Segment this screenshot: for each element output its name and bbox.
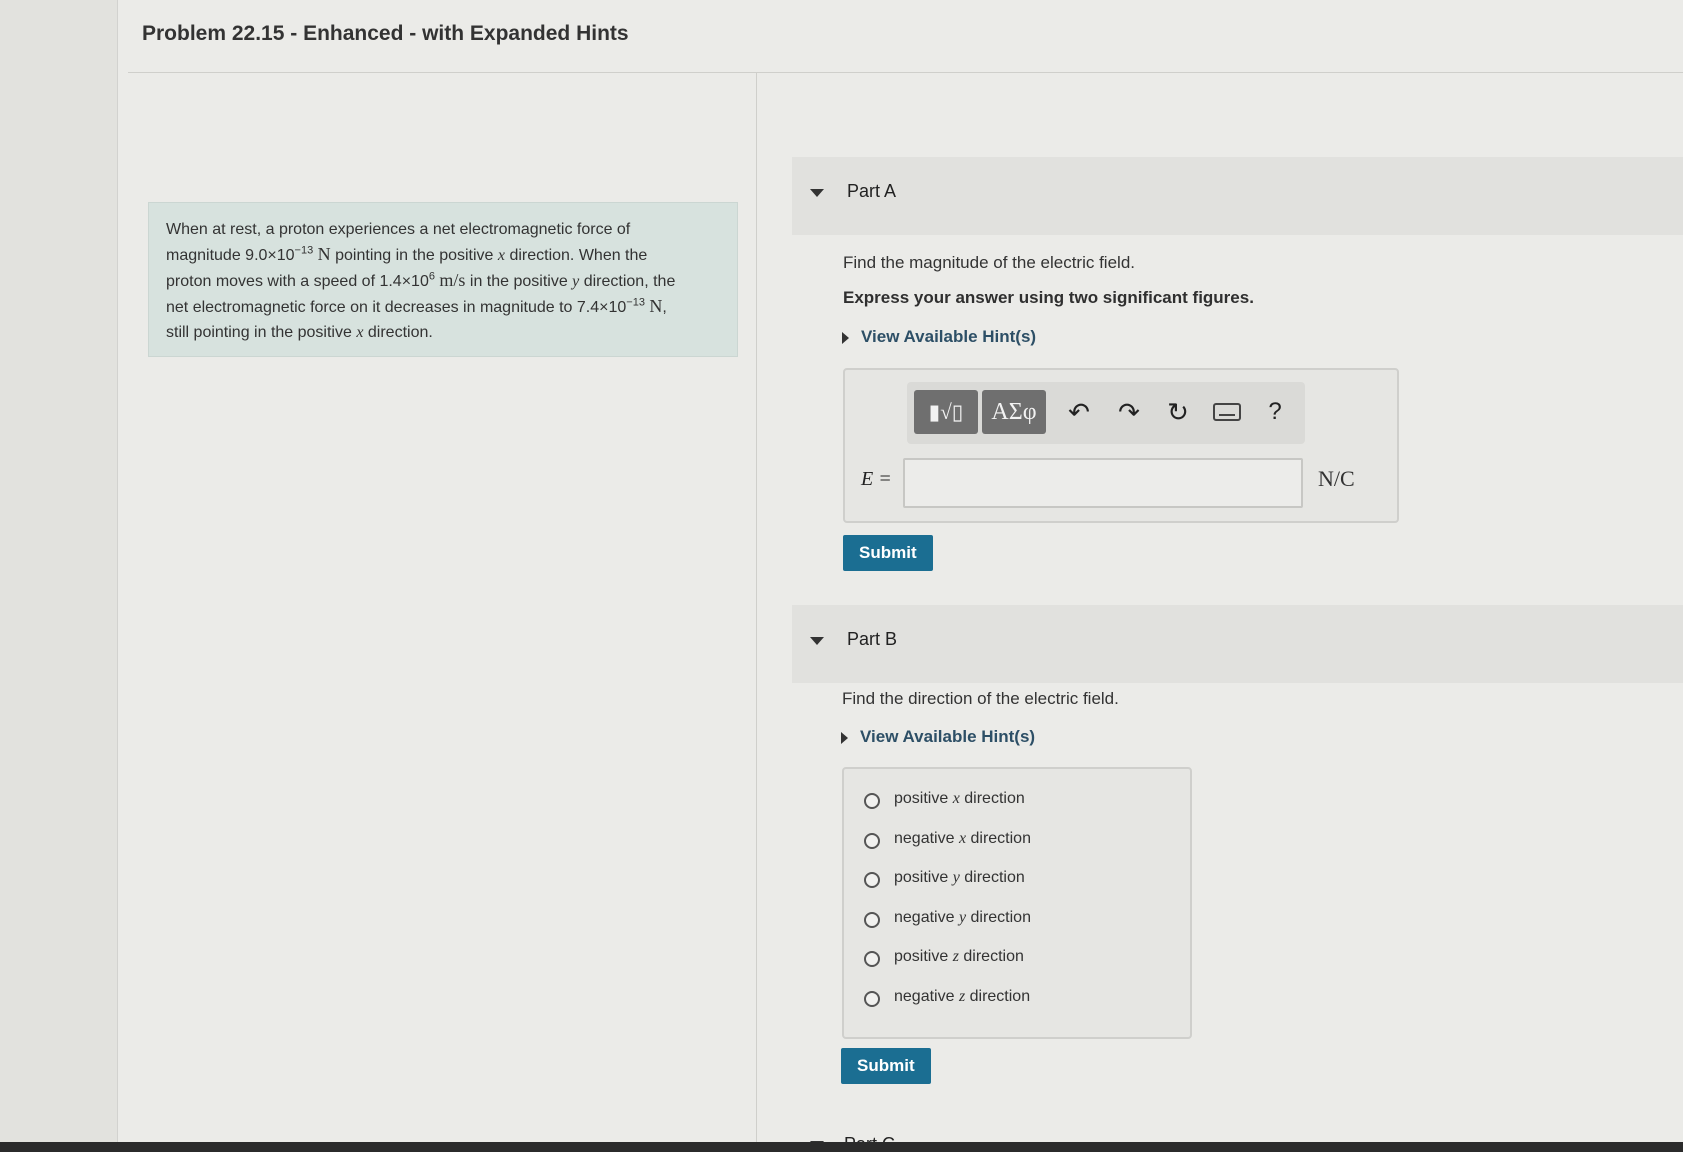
math-toolbar: ▮√▯ ΑΣφ ↶ ↷ ↻ ? [907,382,1305,444]
templates-button[interactable]: ▮√▯ [914,390,978,434]
keyboard-icon[interactable] [1211,396,1243,428]
option-label: positive z direction [894,948,1024,965]
answer-input[interactable] [903,458,1303,508]
part-b-submit-button[interactable]: Submit [841,1048,931,1084]
option-label: negative x direction [894,830,1031,847]
part-a-hint-label: View Available Hint(s) [861,327,1037,346]
part-a-answer-box: ▮√▯ ΑΣφ ↶ ↷ ↻ ? E = N/C [843,368,1399,523]
part-a-hint-link[interactable]: View Available Hint(s) [842,327,1036,347]
column-divider [756,73,757,1152]
symbols-button[interactable]: ΑΣφ [982,390,1046,434]
page: Problem 22.15 - Enhanced - with Expanded… [0,0,1683,1152]
direction-options: positive x direction negative x directio… [842,767,1192,1039]
screen-bottom-edge [0,1142,1683,1152]
collapse-caret-icon[interactable] [810,637,824,645]
part-a-question: Find the magnitude of the electric field… [843,253,1135,272]
undo-icon[interactable]: ↶ [1063,396,1095,428]
part-a-header[interactable]: Part A [792,157,1683,235]
problem-line-4: net electromagnetic force on it decrease… [166,296,667,316]
expand-triangle-icon [842,331,849,344]
part-b-hint-label: View Available Hint(s) [860,727,1036,746]
radio-button[interactable] [864,951,880,967]
radio-button[interactable] [864,793,880,809]
part-b-label: Part B [847,629,898,649]
page-title: Problem 22.15 - Enhanced - with Expanded… [142,22,629,45]
problem-line-1: When at rest, a proton experiences a net… [166,221,631,238]
radio-button[interactable] [864,912,880,928]
variable-label: E = [861,468,892,490]
collapse-caret-icon[interactable] [810,189,824,197]
part-a-instruction: Express your answer using two significan… [843,288,1254,307]
redo-icon[interactable]: ↷ [1113,396,1145,428]
help-icon[interactable]: ? [1259,396,1291,428]
expand-triangle-icon [841,731,848,744]
part-b-header[interactable]: Part B [792,605,1683,683]
part-a-submit-button[interactable]: Submit [843,535,933,571]
part-b-question: Find the direction of the electric field… [842,689,1119,708]
radio-button[interactable] [864,991,880,1007]
option-label: negative y direction [894,909,1031,926]
title-divider [128,72,1683,73]
problem-line-3: proton moves with a speed of 1.4×106 m/s… [166,270,676,290]
radio-button[interactable] [864,872,880,888]
problem-line-2: magnitude 9.0×10−13 N pointing in the po… [166,244,648,264]
part-a-label: Part A [847,181,897,201]
problem-statement: When at rest, a proton experiences a net… [148,202,738,357]
problem-line-5: still pointing in the positive x directi… [166,324,433,341]
radio-button[interactable] [864,833,880,849]
reset-icon[interactable]: ↻ [1162,396,1194,428]
option-label: positive y direction [894,869,1025,886]
unit-label: N/C [1318,466,1355,491]
option-label: negative z direction [894,988,1031,1005]
part-b-hint-link[interactable]: View Available Hint(s) [841,727,1035,747]
option-label: positive x direction [894,790,1025,807]
left-margin [0,0,118,1152]
